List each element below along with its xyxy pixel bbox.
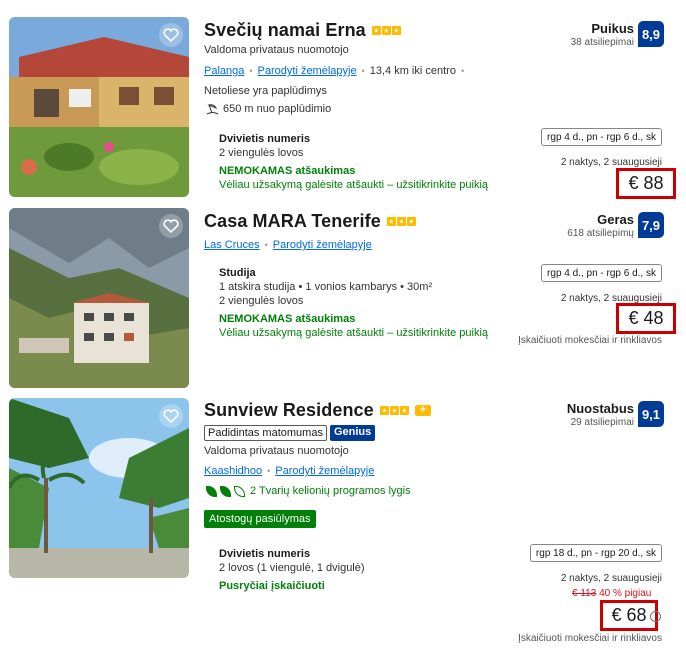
managed-by: Valdoma privataus nuomotojo bbox=[204, 445, 349, 457]
location-link[interactable]: Palanga bbox=[204, 65, 244, 77]
nights-guests: 2 naktys, 2 suaugusieji bbox=[560, 573, 662, 584]
room-name: Dvivietis numeris bbox=[219, 133, 311, 145]
favorite-heart-icon[interactable] bbox=[159, 214, 183, 238]
property-title[interactable]: Sunview Residence bbox=[204, 400, 374, 421]
stay-dates: rgp 4 d., pn - rgp 6 d., sk bbox=[541, 128, 662, 146]
star-icon bbox=[381, 26, 391, 35]
room-name: Studija bbox=[219, 267, 256, 279]
beach-icon bbox=[206, 103, 219, 114]
review-word: Puikus bbox=[591, 21, 634, 36]
visibility-chip: Padidintas matomumas bbox=[204, 425, 327, 441]
room-detail: 2 viengulės lovos bbox=[219, 295, 304, 307]
original-price: € 113 40 % pigiau bbox=[572, 588, 651, 599]
star-rating bbox=[371, 26, 401, 35]
managed-by: Valdoma privataus nuomotojo bbox=[204, 44, 349, 56]
price-highlight: € 48 bbox=[616, 303, 676, 334]
star-icon bbox=[386, 217, 396, 226]
leaf-outline-icon bbox=[234, 485, 245, 497]
sustainability-level[interactable]: 2 Tvarių kelionių programos lygis bbox=[206, 485, 411, 497]
deal-badge: Atostogų pasiūlymas bbox=[204, 510, 316, 528]
star-icon bbox=[396, 217, 406, 226]
review-score: 9,1 bbox=[638, 401, 664, 427]
separator: • bbox=[267, 466, 271, 476]
property-title[interactable]: Casa MARA Tenerife bbox=[204, 211, 381, 232]
favorite-heart-icon[interactable] bbox=[159, 23, 183, 47]
stay-dates: rgp 4 d., pn - rgp 6 d., sk bbox=[541, 264, 662, 282]
separator: • bbox=[460, 66, 465, 76]
star-rating bbox=[386, 217, 416, 226]
genius-badge[interactable]: Genius bbox=[329, 425, 376, 441]
price: € 68 bbox=[611, 605, 647, 625]
review-count[interactable]: 38 atsiliepimai bbox=[571, 37, 634, 48]
review-score: 8,9 bbox=[638, 21, 664, 47]
cancellation-note: Vėliau užsakymą galėsite atšaukti – užsi… bbox=[219, 327, 489, 339]
property-card: Casa MARA Tenerife Las Cruces • Parodyti… bbox=[0, 205, 686, 395]
show-on-map-link[interactable]: Parodyti žemėlapyje bbox=[258, 65, 357, 77]
show-on-map-link[interactable]: Parodyti žemėlapyje bbox=[275, 465, 374, 477]
location-link[interactable]: Las Cruces bbox=[204, 239, 260, 251]
beach-distance-text: 650 m nuo paplūdimio bbox=[223, 103, 332, 115]
beach-distance: 650 m nuo paplūdimio bbox=[206, 103, 331, 115]
property-card: Svečių namai Erna Valdoma privataus nuom… bbox=[0, 0, 686, 205]
property-title[interactable]: Svečių namai Erna bbox=[204, 20, 366, 41]
plus-badge-icon: + bbox=[414, 405, 431, 416]
stay-dates: rgp 18 d., pn - rgp 20 d., sk bbox=[529, 544, 662, 562]
free-cancellation: NEMOKAMAS atšaukimas bbox=[219, 165, 356, 177]
nights-guests: 2 naktys, 2 suaugusieji bbox=[560, 157, 662, 168]
property-photo[interactable] bbox=[9, 17, 189, 197]
old-price-value: € 113 bbox=[572, 588, 597, 599]
separator: • bbox=[264, 240, 268, 250]
star-rating bbox=[379, 406, 409, 415]
star-icon bbox=[406, 217, 416, 226]
room-detail: 2 lovos (1 viengulė, 1 dvigulė) bbox=[219, 562, 365, 574]
room-name: Dvivietis numeris bbox=[219, 548, 311, 560]
review-word: Nuostabus bbox=[566, 401, 634, 416]
taxes-included: Įskaičiuoti mokesčiai ir rinkliavos bbox=[518, 335, 662, 346]
free-cancellation: NEMOKAMAS atšaukimas bbox=[219, 313, 356, 325]
star-icon bbox=[399, 406, 409, 415]
info-icon[interactable] bbox=[650, 611, 661, 622]
separator: • bbox=[361, 66, 365, 76]
nearby-beach-note: Netoliese yra paplūdimys bbox=[204, 85, 327, 97]
favorite-heart-icon[interactable] bbox=[159, 404, 183, 428]
taxes-included: Įskaičiuoti mokesčiai ir rinkliavos bbox=[518, 633, 662, 644]
star-icon bbox=[379, 406, 389, 415]
review-count[interactable]: 29 atsiliepimai bbox=[567, 417, 634, 428]
property-photo[interactable] bbox=[9, 398, 189, 578]
review-score: 7,9 bbox=[638, 212, 664, 238]
star-icon bbox=[389, 406, 399, 415]
review-word: Geras bbox=[597, 212, 634, 227]
review-count[interactable]: 618 atsiliepimų bbox=[567, 228, 634, 239]
leaf-icon bbox=[206, 485, 217, 497]
room-detail: 2 viengulės lovos bbox=[219, 147, 304, 159]
discount-label: 40 % pigiau bbox=[599, 588, 652, 599]
property-card: Sunview Residence + Padidintas matomumas… bbox=[0, 395, 686, 654]
star-icon bbox=[371, 26, 381, 35]
leaf-icon bbox=[220, 485, 231, 497]
separator: • bbox=[249, 66, 253, 76]
price-highlight: € 88 bbox=[616, 168, 676, 199]
price: € 88 bbox=[628, 173, 664, 193]
sustainability-text: 2 Tvarių kelionių programos lygis bbox=[250, 485, 411, 497]
room-detail: 1 atskira studija • 1 vonios kambarys • … bbox=[219, 281, 433, 293]
property-photo[interactable] bbox=[9, 208, 189, 388]
show-on-map-link[interactable]: Parodyti žemėlapyje bbox=[273, 239, 372, 251]
cancellation-note: Vėliau užsakymą galėsite atšaukti – užsi… bbox=[219, 179, 489, 191]
breakfast-included: Pusryčiai įskaičiuoti bbox=[219, 580, 325, 592]
star-icon bbox=[391, 26, 401, 35]
price: € 48 bbox=[628, 308, 664, 328]
location-link[interactable]: Kaashidhoo bbox=[204, 465, 262, 477]
distance-from-centre: 13,4 km iki centro bbox=[369, 65, 456, 77]
